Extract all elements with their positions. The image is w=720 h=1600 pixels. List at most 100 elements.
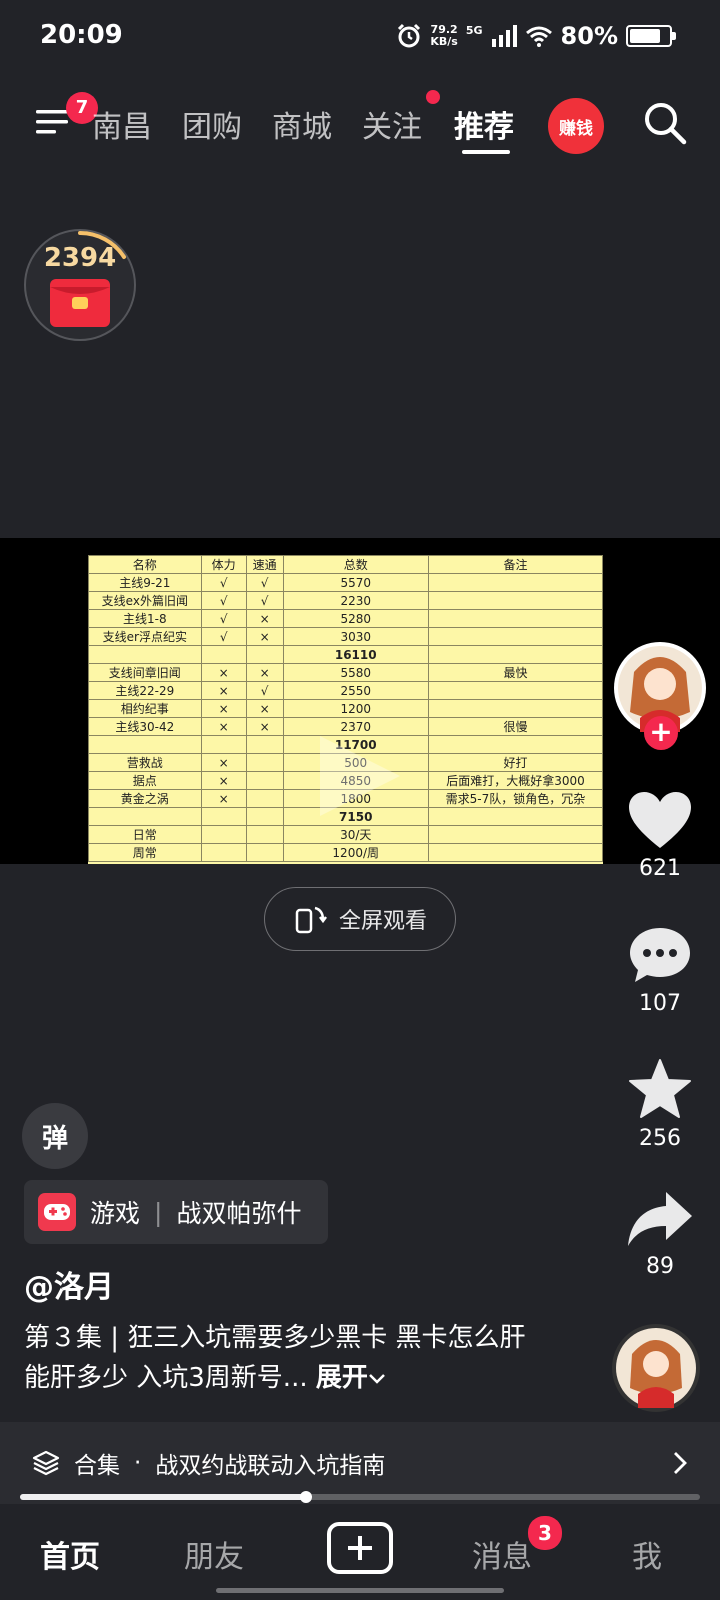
status-time: 20:09 bbox=[40, 20, 123, 50]
table-row: 主线22-29 × √ 2550 bbox=[88, 681, 603, 700]
nav-friends[interactable]: 朋友 bbox=[184, 1532, 244, 1576]
game-name: 战双帕弥什 bbox=[176, 1199, 302, 1228]
table-cell: 支线er浮点纪实 bbox=[88, 627, 202, 646]
layers-icon bbox=[32, 1450, 60, 1476]
table-cell: × bbox=[200, 789, 247, 808]
table-cell: 主线30-42 bbox=[88, 717, 202, 736]
table-cell bbox=[200, 735, 247, 754]
tab-group-buy[interactable]: 团购 bbox=[182, 102, 242, 146]
table-row: 主线1-8 √ × 5280 bbox=[88, 609, 603, 628]
video-progress-bar[interactable] bbox=[20, 1491, 700, 1503]
table-cell: × bbox=[200, 681, 247, 700]
nav-messages[interactable]: 消息 bbox=[472, 1532, 532, 1576]
table-cell: √ bbox=[200, 573, 247, 592]
tab-local[interactable]: 南昌 bbox=[92, 102, 152, 146]
description-text: 第３集 | 狂三入坑需要多少黑卡 黑卡怎么肝 能肝多少 入坑3周新号... bbox=[24, 1323, 526, 1393]
table-cell: 30/天 bbox=[282, 825, 429, 844]
collection-dot: · bbox=[134, 1450, 142, 1476]
table-cell bbox=[245, 771, 284, 790]
progress-handle[interactable] bbox=[299, 1491, 312, 1503]
star-icon bbox=[629, 1059, 691, 1118]
table-row: 支线间章旧闻 × × 5580 最快 bbox=[88, 663, 603, 682]
tab-recommend[interactable]: 推荐 bbox=[454, 102, 514, 146]
share-count: 89 bbox=[646, 1254, 674, 1279]
table-cell: × bbox=[200, 771, 247, 790]
table-cell: 据点 bbox=[88, 771, 202, 790]
table-cell: × bbox=[245, 609, 284, 628]
table-row: 支线ex外篇旧闻 √ √ 2230 bbox=[88, 591, 603, 610]
messages-badge: 3 bbox=[528, 1516, 562, 1550]
table-cell: 体力 bbox=[200, 555, 247, 574]
danmu-toggle-button[interactable]: 弹 bbox=[22, 1103, 88, 1169]
following-dot bbox=[426, 90, 440, 104]
rotate-screen-icon bbox=[295, 906, 327, 934]
table-cell bbox=[245, 807, 284, 826]
share-button[interactable]: 89 bbox=[620, 1190, 700, 1279]
table-cell: 5570 bbox=[282, 573, 429, 592]
chevron-down-icon bbox=[369, 1374, 385, 1384]
reward-widget[interactable]: 2394 bbox=[24, 229, 136, 341]
search-icon bbox=[645, 103, 687, 145]
game-tag-separator: | bbox=[154, 1197, 163, 1227]
table-cell: × bbox=[245, 663, 284, 682]
table-cell bbox=[200, 645, 247, 664]
table-cell bbox=[427, 681, 603, 700]
music-avatar bbox=[616, 1328, 696, 1408]
table-cell: √ bbox=[200, 591, 247, 610]
table-row: 支线er浮点纪实 √ × 3030 bbox=[88, 627, 603, 646]
table-cell bbox=[200, 825, 247, 844]
table-cell bbox=[88, 807, 202, 826]
table-cell: 2550 bbox=[282, 681, 429, 700]
collection-bar[interactable]: 合集 · 战双约战联动入坑指南 bbox=[0, 1422, 720, 1504]
table-cell bbox=[427, 591, 603, 610]
table-cell: 1200/周 bbox=[282, 843, 429, 862]
favorite-count: 256 bbox=[639, 1126, 681, 1151]
table-cell: 备注 bbox=[427, 555, 603, 574]
table-cell bbox=[427, 609, 603, 628]
author-name[interactable]: @洛月 bbox=[24, 1262, 114, 1306]
reward-count: 2394 bbox=[43, 243, 117, 273]
table-cell bbox=[427, 843, 603, 862]
home-indicator[interactable] bbox=[216, 1588, 504, 1593]
earn-money-button[interactable]: 赚钱 bbox=[548, 98, 604, 154]
table-cell: √ bbox=[245, 573, 284, 592]
game-tag[interactable]: 游戏 | 战双帕弥什 bbox=[24, 1180, 328, 1244]
table-cell: 支线ex外篇旧闻 bbox=[88, 591, 202, 610]
table-cell bbox=[88, 735, 202, 754]
table-row: 相约纪事 × × 1200 bbox=[88, 699, 603, 718]
tab-mall[interactable]: 商城 bbox=[272, 102, 332, 146]
table-cell: 日常 bbox=[88, 825, 202, 844]
search-button[interactable] bbox=[642, 100, 690, 148]
fullscreen-button[interactable]: 全屏观看 bbox=[264, 887, 456, 951]
expand-button[interactable]: 展开 bbox=[316, 1363, 386, 1393]
nav-me[interactable]: 我 bbox=[632, 1532, 662, 1576]
table-row: 主线9-21 √ √ 5570 bbox=[88, 573, 603, 592]
table-cell bbox=[427, 699, 603, 718]
play-watermark-icon bbox=[320, 736, 400, 816]
table-cell: 支线间章旧闻 bbox=[88, 663, 202, 682]
earn-money-label: 赚钱 bbox=[559, 118, 593, 139]
table-cell bbox=[200, 807, 247, 826]
comment-button[interactable]: 107 bbox=[620, 925, 700, 1016]
table-cell: 最快 bbox=[427, 663, 603, 682]
table-cell: 2230 bbox=[282, 591, 429, 610]
table-cell: 黄金之涡 bbox=[88, 789, 202, 808]
active-tab-indicator bbox=[462, 150, 510, 154]
menu-button[interactable]: 7 bbox=[34, 92, 98, 146]
follow-button[interactable]: + bbox=[644, 716, 678, 750]
table-cell: √ bbox=[200, 609, 247, 628]
table-cell bbox=[245, 645, 284, 664]
favorite-button[interactable]: 256 bbox=[620, 1058, 700, 1151]
table-cell: 16110 bbox=[282, 645, 429, 664]
music-disc[interactable] bbox=[612, 1324, 700, 1412]
tab-following[interactable]: 关注 bbox=[362, 102, 422, 146]
nav-home[interactable]: 首页 bbox=[40, 1532, 100, 1576]
menu-icon bbox=[36, 110, 68, 134]
table-cell bbox=[427, 807, 603, 826]
author-avatar-button[interactable]: + bbox=[614, 642, 706, 750]
gamepad-icon bbox=[38, 1193, 76, 1231]
top-nav: 7 南昌 团购 商城 关注 推荐 赚钱 bbox=[0, 88, 720, 168]
create-post-button[interactable] bbox=[327, 1522, 393, 1574]
like-button[interactable]: 621 bbox=[620, 790, 700, 881]
progress-fill bbox=[20, 1494, 306, 1500]
